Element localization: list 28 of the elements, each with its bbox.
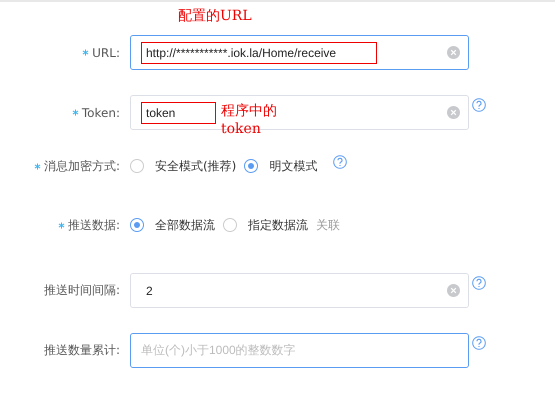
field-label: URL: (92, 46, 120, 60)
radio-button[interactable] (223, 218, 237, 232)
field-label: 推送数据: (68, 216, 120, 234)
field-label: 推送数量累计: (44, 342, 120, 359)
radio-label[interactable]: 明文模式 (269, 158, 318, 174)
radio-label[interactable]: 指定数据流 (248, 216, 308, 234)
help-icon[interactable] (472, 336, 486, 350)
radio-label[interactable]: 安全模式(推荐) (155, 158, 236, 174)
field-value: 2 (145, 282, 154, 300)
radio-button[interactable] (130, 159, 144, 173)
help-icon[interactable] (333, 155, 348, 169)
radio-button[interactable] (244, 159, 258, 173)
field-value: token (141, 102, 216, 124)
field-label: Token: (82, 106, 120, 120)
field-value: http://***********.iok.la/Home/receive (141, 42, 378, 64)
annotation-text: 配置的URL (178, 7, 252, 25)
input-field[interactable]: 2 (130, 273, 469, 308)
field-label: 消息加密方式: (44, 158, 120, 174)
clear-icon[interactable] (447, 284, 460, 297)
clear-icon[interactable] (447, 106, 460, 119)
help-icon[interactable] (472, 98, 486, 112)
help-icon[interactable] (472, 276, 486, 290)
field-placeholder: 单位(个)小于1000的整数数字 (141, 342, 296, 359)
radio-button[interactable] (130, 218, 144, 232)
radio-label[interactable]: 全部数据流 (155, 216, 215, 234)
input-field[interactable]: http://***********.iok.la/Home/receive (130, 35, 469, 70)
field-label: 推送时间间隔: (44, 282, 120, 299)
clear-icon[interactable] (447, 46, 460, 59)
